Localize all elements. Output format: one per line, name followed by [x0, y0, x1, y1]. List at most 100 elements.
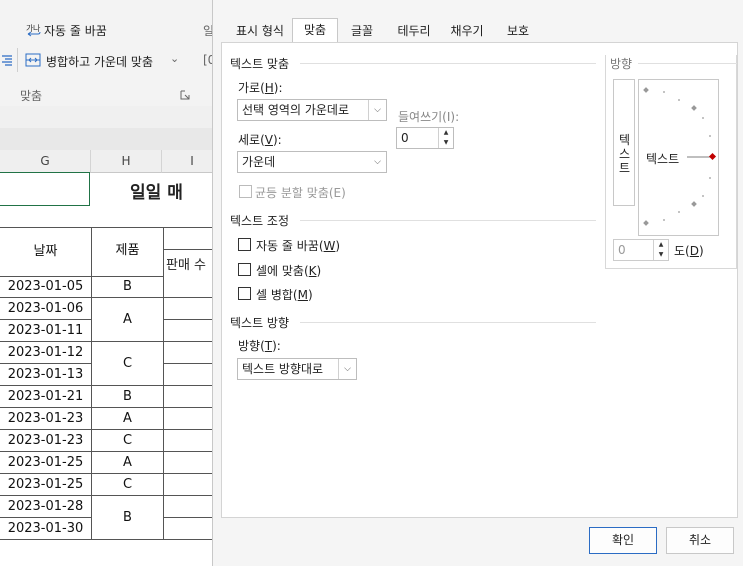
shrink-to-fit-checkbox[interactable]	[238, 263, 251, 276]
svg-text:나: 나	[33, 24, 41, 33]
sales-cell[interactable]	[163, 276, 212, 298]
spin-up-icon[interactable]: ▲	[439, 128, 453, 138]
header-split-line	[163, 249, 212, 250]
chevron-down-icon: ⌵	[338, 359, 356, 379]
direction-label: 방향(T):	[238, 339, 281, 353]
wrap-text-label: 자동 줄 바꿈(W)	[256, 239, 341, 253]
spin-up-icon[interactable]: ▲	[654, 240, 668, 250]
tab-fill[interactable]: 채우기	[444, 20, 490, 42]
product-cell[interactable]: A	[92, 408, 164, 430]
merge-center-icon[interactable]	[25, 52, 41, 68]
sales-cell[interactable]	[163, 430, 212, 452]
spin-down-icon[interactable]: ▼	[439, 138, 453, 148]
column-header-g[interactable]: G	[0, 150, 91, 173]
degrees-value: 0	[618, 243, 626, 257]
degrees-spinner[interactable]: 0 ▲ ▼	[613, 239, 669, 261]
section-text-alignment: 텍스트 맞춤	[230, 57, 290, 71]
orientation-dial[interactable]: 텍스트	[638, 79, 719, 236]
sales-cell[interactable]	[163, 518, 212, 540]
spinner-buttons[interactable]: ▲ ▼	[653, 240, 668, 260]
orientation-text: 텍스트	[646, 152, 680, 166]
spinner-buttons[interactable]: ▲ ▼	[438, 128, 453, 148]
section-text-direction: 텍스트 방향	[230, 316, 290, 330]
section-divider	[300, 63, 596, 64]
degrees-label: 도(D)	[674, 244, 704, 258]
section-orientation: 방향	[610, 55, 637, 72]
horizontal-select[interactable]: 선택 영역의 가운데로 ⌵	[237, 99, 387, 121]
sales-cell[interactable]	[163, 408, 212, 430]
date-cell[interactable]: 2023-01-25	[0, 474, 92, 496]
product-cell[interactable]: B	[92, 386, 164, 408]
vertical-select[interactable]: 가운데 ⌵	[237, 151, 387, 173]
product-cell[interactable]: C	[92, 474, 164, 496]
date-cell[interactable]: 2023-01-11	[0, 320, 92, 342]
section-text-control: 텍스트 조정	[230, 214, 290, 228]
worksheet: G H I 일일 매 날짜 제품 판매 수 2023-01-05 2023-01-…	[0, 106, 223, 566]
tab-border[interactable]: 테두리	[392, 20, 436, 42]
product-cell[interactable]: A	[92, 452, 164, 474]
date-cell[interactable]: 2023-01-05	[0, 276, 92, 298]
vertical-label: 세로(V):	[238, 133, 282, 147]
tab-number[interactable]: 표시 형식	[228, 20, 292, 42]
justify-distributed-checkbox[interactable]	[239, 185, 252, 198]
date-cell[interactable]: 2023-01-23	[0, 408, 92, 430]
ribbon: 가나 자동 줄 바꿈 병합하고 가운데 맞춤 ⌄ 일 [0 맞춤	[0, 0, 215, 107]
wrap-text-icon[interactable]: 가나	[26, 22, 42, 38]
sales-cell[interactable]	[163, 386, 212, 408]
product-cell[interactable]: C	[92, 430, 164, 452]
date-cell[interactable]: 2023-01-06	[0, 298, 92, 320]
sales-cell[interactable]	[163, 342, 212, 364]
sales-cell[interactable]	[163, 320, 212, 342]
merge-dropdown-arrow[interactable]: ⌄	[170, 52, 179, 65]
date-cell[interactable]: 2023-01-21	[0, 386, 92, 408]
sales-cell[interactable]	[163, 474, 212, 496]
tab-font[interactable]: 글꼴	[342, 20, 382, 42]
date-cell[interactable]: 2023-01-28	[0, 496, 92, 518]
horizontal-value: 선택 영역의 가운데로	[242, 103, 349, 117]
product-cell[interactable]: A	[92, 298, 164, 342]
sales-cell[interactable]	[163, 364, 212, 386]
section-divider	[638, 63, 737, 64]
date-cell[interactable]: 2023-01-30	[0, 518, 92, 540]
date-cell[interactable]: 2023-01-12	[0, 342, 92, 364]
tab-alignment[interactable]: 맞춤	[292, 18, 338, 44]
selected-cell[interactable]	[0, 172, 90, 206]
sales-cell[interactable]	[163, 452, 212, 474]
wrap-text-checkbox[interactable]	[238, 238, 251, 251]
merge-cells-checkbox[interactable]	[238, 287, 251, 300]
header-product: 제품	[92, 228, 164, 277]
dialog-launcher-icon[interactable]	[180, 89, 190, 100]
align-right-icon[interactable]	[0, 53, 14, 67]
sheet-title: 일일 매	[130, 183, 183, 203]
formula-bar-area	[0, 128, 212, 150]
ribbon-gap	[0, 106, 212, 128]
alignment-panel: 텍스트 맞춤 가로(H): 선택 영역의 가운데로 ⌵ 들여쓰기(I): 세로(…	[221, 42, 738, 518]
indent-spinner[interactable]: 0 ▲ ▼	[396, 127, 454, 149]
header-sales: 판매 수	[166, 258, 207, 273]
chevron-down-icon: ⌵	[368, 100, 386, 120]
date-cell[interactable]: 2023-01-13	[0, 364, 92, 386]
cancel-button[interactable]: 취소	[666, 527, 734, 554]
direction-select[interactable]: 텍스트 방향대로 ⌵	[237, 358, 357, 380]
product-cell[interactable]: B	[92, 276, 164, 298]
sales-cell[interactable]	[163, 496, 212, 518]
spin-down-icon[interactable]: ▼	[654, 250, 668, 260]
section-divider	[300, 220, 596, 221]
alignment-group-label: 맞춤	[20, 89, 43, 103]
sales-cell[interactable]	[163, 298, 212, 320]
shrink-to-fit-label: 셀에 맞춤(K)	[256, 264, 322, 278]
product-cell[interactable]: B	[92, 496, 164, 540]
separator	[17, 48, 18, 72]
justify-distributed-label: 균등 분할 맞춤(E)	[255, 186, 346, 200]
ok-button[interactable]: 확인	[589, 527, 657, 554]
vertical-text-box[interactable]: 텍 스 트	[613, 79, 635, 206]
column-header-h[interactable]: H	[91, 150, 162, 173]
tab-protection[interactable]: 보호	[500, 20, 536, 42]
product-cell[interactable]: C	[92, 342, 164, 386]
merge-center-button[interactable]: 병합하고 가운데 맞춤	[46, 53, 153, 70]
header-date: 날짜	[0, 228, 92, 277]
date-cell[interactable]: 2023-01-23	[0, 430, 92, 452]
wrap-text-button[interactable]: 자동 줄 바꿈	[44, 22, 107, 39]
date-cell[interactable]: 2023-01-25	[0, 452, 92, 474]
vertical-value: 가운데	[242, 155, 276, 169]
